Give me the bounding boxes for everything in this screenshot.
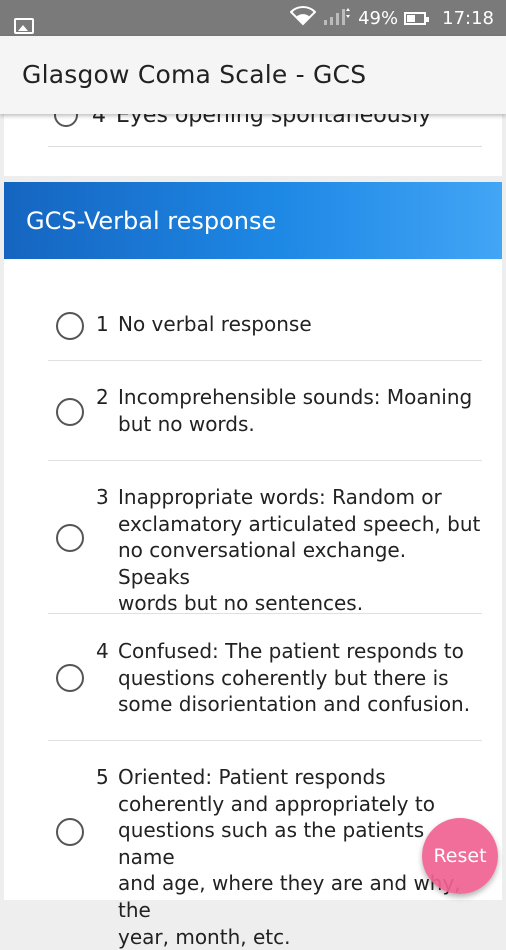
wifi-icon [289, 5, 317, 31]
option-score: 2 [96, 385, 109, 409]
verbal-option-2[interactable]: 2 Incomprehensible sounds: Moaning but n… [48, 360, 482, 461]
radio-button[interactable] [56, 818, 84, 846]
option-line: no conversational exchange. Speaks [118, 538, 407, 589]
option-label: Inappropriate words: Random or exclamato… [118, 484, 482, 617]
option-line: Incomprehensible sounds: Moaning [118, 385, 473, 409]
option-line: questions coherently but there is [118, 665, 449, 690]
eye-option-4[interactable]: 4 Eyes opening spontaneously [54, 114, 431, 130]
radio-button[interactable] [56, 524, 84, 552]
verbal-response-card: GCS-Verbal response 1 No verbal response… [4, 182, 502, 949]
battery-percent: 49% [358, 7, 399, 29]
option-label: Eyes opening spontaneously [116, 114, 432, 128]
option-score: 4 [96, 639, 109, 663]
verbal-option-5[interactable]: 5 Oriented: Patient responds coherently … [48, 740, 482, 949]
option-score: 3 [96, 485, 109, 509]
radio-button[interactable] [56, 398, 84, 426]
battery-icon [404, 11, 430, 25]
radio-button[interactable] [54, 114, 78, 127]
option-line: Inappropriate words: Random or [118, 485, 442, 509]
option-line: exclamatory articulated speech, but [118, 511, 481, 536]
verbal-option-4[interactable]: 4 Confused: The patient responds to ques… [48, 613, 482, 741]
option-score: 4 [92, 114, 106, 128]
page-title: Glasgow Coma Scale - GCS [22, 60, 367, 89]
option-score: 1 [96, 312, 109, 336]
reset-label: Reset [433, 845, 487, 867]
clock: 17:18 [442, 7, 494, 29]
radio-button[interactable] [56, 312, 84, 340]
reset-button[interactable]: Reset [422, 818, 498, 894]
app-bar: Glasgow Coma Scale - GCS [0, 36, 506, 114]
status-bar: 49% 17:18 [0, 0, 506, 36]
eye-response-card: 4 Eyes opening spontaneously [4, 114, 502, 176]
option-label: Incomprehensible sounds: Moaning but no … [118, 384, 482, 437]
option-line: No verbal response [118, 312, 312, 336]
section-header: GCS-Verbal response [4, 182, 502, 259]
verbal-option-3[interactable]: 3 Inappropriate words: Random or exclama… [48, 460, 482, 617]
option-score: 5 [96, 765, 109, 789]
option-line: Confused: The patient responds to [118, 639, 464, 663]
option-line: coherently and appropriately to [118, 791, 435, 816]
signal-icon [322, 6, 352, 31]
radio-button[interactable] [56, 664, 84, 692]
option-line: and age, where they are and why, the [118, 871, 461, 922]
option-line: but no words. [118, 411, 255, 436]
section-title: GCS-Verbal response [26, 206, 277, 235]
divider [48, 146, 482, 147]
verbal-option-1[interactable]: 1 No verbal response [48, 259, 482, 361]
option-line: some disorientation and confusion. [118, 692, 471, 717]
option-label: Confused: The patient responds to questi… [118, 638, 482, 718]
image-icon [14, 18, 34, 34]
option-line: Oriented: Patient responds [118, 765, 386, 789]
option-line: year, month, etc. [118, 924, 291, 949]
option-label: No verbal response [118, 311, 482, 338]
